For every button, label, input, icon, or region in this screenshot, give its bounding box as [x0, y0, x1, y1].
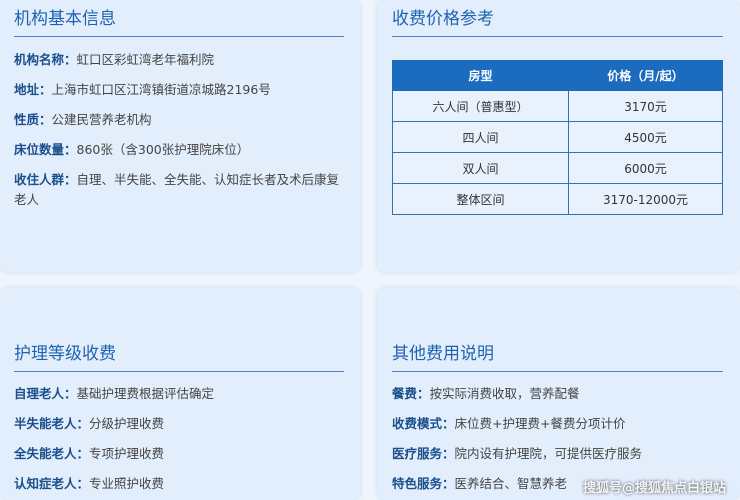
basic-info-title: 机构基本信息	[14, 8, 344, 37]
info-row-name: 机构名称：虹口区彩虹湾老年福利院	[14, 50, 344, 70]
other-row-meals: 餐费：按实际消费收取，营养配餐	[392, 384, 724, 404]
price-cell: 6000元	[568, 152, 723, 184]
table-header-row: 房型 价格（月/起）	[392, 60, 723, 91]
other-row-medical: 医疗服务：院内设有护理院，可提供医疗服务	[392, 444, 724, 464]
price-cell: 4500元	[568, 121, 723, 153]
care-level-title: 护理等级收费	[14, 343, 344, 372]
info-value: 分级护理收费	[89, 416, 165, 431]
care-row-self: 自理老人：基础护理费根据评估确定	[14, 384, 344, 404]
room-type-cell: 整体区间	[392, 183, 569, 215]
info-label: 餐费：	[392, 386, 430, 401]
info-value: 公建民营养老机构	[51, 112, 152, 127]
info-label: 收费模式：	[392, 416, 455, 431]
table-row: 四人间 4500元	[392, 121, 723, 153]
info-label: 地址：	[14, 82, 52, 97]
info-row-beds: 床位数量：860张（含300张护理院床位）	[14, 140, 344, 160]
info-value: 860张（含300张护理院床位）	[76, 142, 250, 157]
other-fees-title: 其他费用说明	[392, 343, 723, 372]
price-cell: 3170-12000元	[568, 183, 723, 215]
price-cell: 3170元	[568, 90, 723, 122]
info-row-nature: 性质：公建民营养老机构	[14, 110, 344, 130]
info-label: 收住人群：	[14, 172, 77, 187]
care-row-semi: 半失能老人：分级护理收费	[14, 414, 344, 434]
care-row-full: 全失能老人：专项护理收费	[14, 444, 344, 464]
info-label: 性质：	[14, 112, 52, 127]
basic-info-list: 机构名称：虹口区彩虹湾老年福利院 地址：上海市虹口区江湾镇街道凉城路2196号 …	[14, 50, 344, 220]
care-row-dementia: 认知症老人：专业照护收费	[14, 474, 344, 494]
basic-info-card: 机构基本信息 机构名称：虹口区彩虹湾老年福利院 地址：上海市虹口区江湾镇街道凉城…	[0, 0, 360, 272]
info-label: 机构名称：	[14, 52, 77, 67]
care-level-card: 护理等级收费 自理老人：基础护理费根据评估确定 半失能老人：分级护理收费 全失能…	[0, 288, 360, 500]
care-level-list: 自理老人：基础护理费根据评估确定 半失能老人：分级护理收费 全失能老人：专项护理…	[14, 384, 344, 500]
info-value: 床位费+护理费+餐费分项计价	[454, 416, 626, 431]
room-type-cell: 双人间	[392, 152, 569, 184]
other-fees-card: 其他费用说明 餐费：按实际消费收取，营养配餐 收费模式：床位费+护理费+餐费分项…	[377, 288, 740, 500]
price-reference-title: 收费价格参考	[392, 8, 723, 37]
info-row-residents: 收住人群：自理、半失能、全失能、认知症长者及术后康复老人	[14, 170, 344, 210]
info-value: 虹口区彩虹湾老年福利院	[76, 52, 215, 67]
table-row: 双人间 6000元	[392, 152, 723, 184]
watermark: 搜狐号@搜狐焦点白银站	[582, 481, 726, 496]
info-label: 全失能老人：	[14, 446, 90, 461]
info-label: 医疗服务：	[392, 446, 455, 461]
other-row-mode: 收费模式：床位费+护理费+餐费分项计价	[392, 414, 724, 434]
column-header-room-type: 房型	[392, 60, 569, 91]
price-table: 房型 价格（月/起） 六人间（普惠型） 3170元 四人间 4500元 双人间 …	[392, 60, 723, 215]
info-label: 床位数量：	[14, 142, 77, 157]
info-row-address: 地址：上海市虹口区江湾镇街道凉城路2196号	[14, 80, 344, 100]
info-value: 医养结合、智慧养老	[454, 476, 568, 491]
info-label: 特色服务：	[392, 476, 455, 491]
info-value: 专项护理收费	[89, 446, 165, 461]
info-value: 按实际消费收取，营养配餐	[429, 386, 580, 401]
price-reference-card: 收费价格参考 房型 价格（月/起） 六人间（普惠型） 3170元 四人间 450…	[377, 0, 740, 272]
info-value: 院内设有护理院，可提供医疗服务	[454, 446, 643, 461]
table-row: 六人间（普惠型） 3170元	[392, 90, 723, 122]
info-label: 认知症老人：	[14, 476, 90, 491]
room-type-cell: 四人间	[392, 121, 569, 153]
room-type-cell: 六人间（普惠型）	[392, 90, 569, 122]
table-row: 整体区间 3170-12000元	[392, 183, 723, 215]
column-header-price: 价格（月/起）	[568, 60, 723, 91]
info-label: 自理老人：	[14, 386, 77, 401]
info-value: 基础护理费根据评估确定	[76, 386, 215, 401]
info-value: 上海市虹口区江湾镇街道凉城路2196号	[51, 82, 271, 97]
info-value: 专业照护收费	[89, 476, 165, 491]
info-label: 半失能老人：	[14, 416, 90, 431]
